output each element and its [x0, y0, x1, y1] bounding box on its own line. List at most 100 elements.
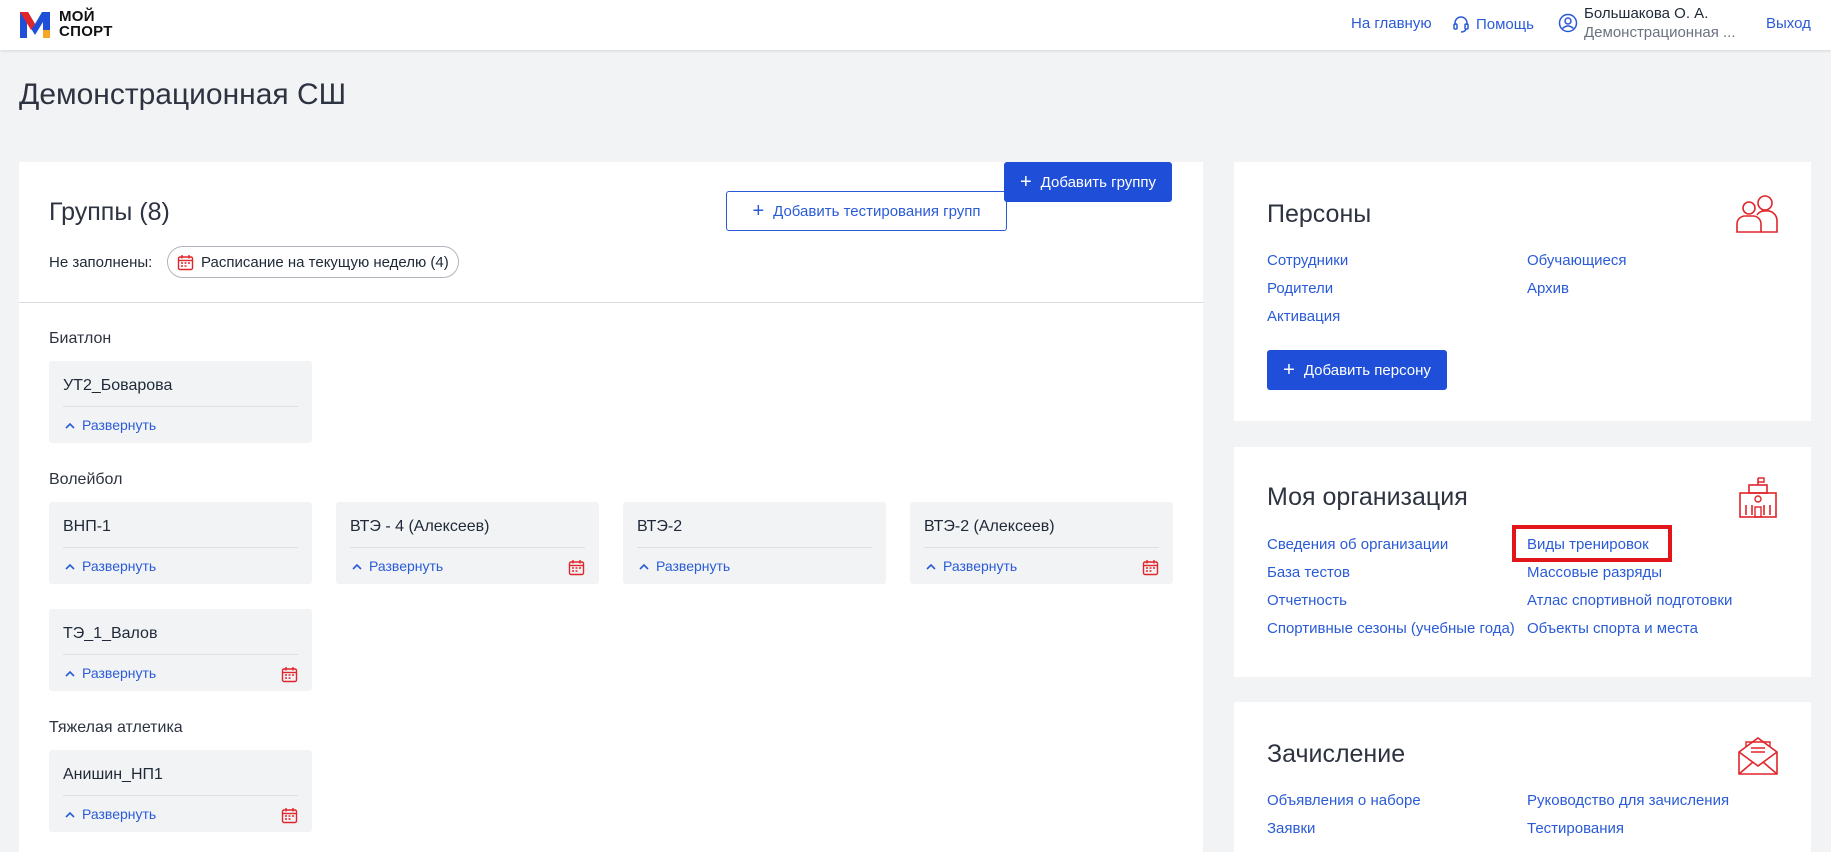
persons-link-archive[interactable]: Архив — [1527, 280, 1569, 297]
chevron-up-icon — [639, 563, 649, 570]
chevron-up-icon — [65, 811, 75, 818]
calendar-icon[interactable] — [568, 559, 585, 576]
envelope-icon — [1738, 737, 1778, 775]
expand-label: Развернуть — [656, 558, 731, 574]
unfilled-schedule-chip[interactable]: Расписание на текущую неделю (4) — [167, 246, 459, 278]
group-card[interactable]: УТ2_Боварова Развернуть — [49, 361, 312, 443]
user-circle-icon — [1558, 13, 1578, 33]
expand-link[interactable]: Развернуть — [352, 558, 443, 574]
calendar-icon[interactable] — [281, 807, 298, 824]
sport-label-volleyball: Волейбол — [49, 471, 123, 488]
divider — [63, 406, 298, 407]
expand-link[interactable]: Развернуть — [639, 558, 730, 574]
calendar-icon[interactable] — [281, 666, 298, 683]
org-link-mass-ranks[interactable]: Массовые разряды — [1527, 564, 1662, 581]
chevron-up-icon — [352, 563, 362, 570]
persons-link-activation[interactable]: Активация — [1267, 308, 1340, 325]
expand-label: Развернуть — [943, 558, 1018, 574]
group-name: Анишин_НП1 — [63, 766, 163, 783]
enrollment-card: Зачисление Объявления о наборе Руководст… — [1234, 702, 1811, 852]
org-link-sport-objects[interactable]: Объекты спорта и места — [1527, 620, 1698, 637]
chevron-up-icon — [926, 563, 936, 570]
enroll-link-announcements[interactable]: Объявления о наборе — [1267, 792, 1421, 809]
group-name: ВТЭ-2 — [637, 518, 683, 535]
add-group-testing-label: Добавить тестирования групп — [773, 202, 981, 220]
group-card[interactable]: ТЭ_1_Валов Развернуть — [49, 609, 312, 691]
add-person-label: Добавить персону — [1303, 361, 1431, 379]
highlight-box — [1512, 525, 1672, 562]
headset-icon — [1453, 16, 1469, 33]
add-group-button[interactable]: + Добавить группу — [1004, 162, 1172, 202]
enroll-link-guide[interactable]: Руководство для зачисления — [1527, 792, 1729, 809]
plus-icon: + — [1283, 359, 1295, 381]
calendar-icon — [177, 254, 194, 270]
org-link-atlas[interactable]: Атлас спортивной подготовки — [1527, 592, 1732, 609]
group-card[interactable]: Анишин_НП1 Развернуть — [49, 750, 312, 832]
persons-title: Персоны — [1267, 200, 1372, 228]
org-link-reports[interactable]: Отчетность — [1267, 592, 1347, 609]
divider — [350, 547, 585, 548]
enroll-link-applications[interactable]: Заявки — [1267, 820, 1315, 837]
group-card[interactable]: ВНП-1 Развернуть — [49, 502, 312, 584]
user-name: Большакова О. А. — [1584, 5, 1709, 22]
logo[interactable]: МОЙ СПОРТ — [18, 8, 113, 40]
logout-link[interactable]: Выход — [1766, 15, 1811, 32]
unfilled-chip-label: Расписание на текущую неделю (4) — [201, 253, 449, 271]
expand-label: Развернуть — [369, 558, 444, 574]
help-link[interactable]: Помощь — [1452, 15, 1534, 33]
calendar-icon[interactable] — [1142, 559, 1159, 576]
logo-text: МОЙ СПОРТ — [59, 9, 113, 39]
sport-label-weightlifting: Тяжелая атлетика — [49, 719, 183, 736]
persons-link-employees[interactable]: Сотрудники — [1267, 252, 1348, 269]
add-person-button[interactable]: + Добавить персону — [1267, 350, 1447, 390]
group-card[interactable]: ВТЭ - 4 (Алексеев) Развернуть — [336, 502, 599, 584]
expand-link[interactable]: Развернуть — [65, 417, 156, 433]
org-link-details[interactable]: Сведения об организации — [1267, 536, 1448, 553]
groups-card: Группы (8) + Добавить тестирования групп… — [19, 162, 1203, 852]
user-menu[interactable]: Большакова О. А. Демонстрационная ... — [1558, 5, 1736, 43]
plus-icon: + — [752, 200, 765, 222]
expand-label: Развернуть — [82, 665, 157, 681]
expand-link[interactable]: Развернуть — [65, 558, 156, 574]
org-link-test-base[interactable]: База тестов — [1267, 564, 1350, 581]
group-card[interactable]: ВТЭ-2 Развернуть — [623, 502, 886, 584]
group-name: ВНП-1 — [63, 518, 111, 535]
groups-title: Группы (8) — [49, 198, 170, 226]
organization-title: Моя организация — [1267, 483, 1468, 511]
persons-link-students[interactable]: Обучающиеся — [1527, 252, 1627, 269]
add-group-testing-button[interactable]: + Добавить тестирования групп — [726, 191, 1007, 231]
chevron-up-icon — [65, 670, 75, 677]
expand-label: Развернуть — [82, 806, 157, 822]
chevron-up-icon — [65, 422, 75, 429]
persons-link-parents[interactable]: Родители — [1267, 280, 1333, 297]
home-link-label: На главную — [1351, 15, 1432, 32]
divider — [19, 302, 1203, 303]
persons-icon — [1736, 195, 1778, 233]
sport-label-biathlon: Биатлон — [49, 330, 112, 347]
expand-link[interactable]: Развернуть — [65, 665, 156, 681]
expand-link[interactable]: Развернуть — [65, 806, 156, 822]
divider — [63, 795, 298, 796]
divider — [63, 654, 298, 655]
expand-label: Развернуть — [82, 558, 157, 574]
divider — [63, 547, 298, 548]
home-link[interactable]: На главную — [1351, 15, 1432, 32]
plus-icon: + — [1019, 171, 1032, 193]
group-name: УТ2_Боварова — [63, 377, 173, 394]
page-title: Демонстрационная СШ — [19, 78, 347, 111]
org-link-seasons[interactable]: Спортивные сезоны (учебные года) — [1267, 620, 1515, 637]
help-link-label: Помощь — [1476, 15, 1534, 33]
group-card[interactable]: ВТЭ-2 (Алексеев) Развернуть — [910, 502, 1173, 584]
building-icon — [1739, 477, 1777, 518]
expand-link[interactable]: Развернуть — [926, 558, 1017, 574]
enrollment-title: Зачисление — [1267, 740, 1406, 768]
enroll-link-testing[interactable]: Тестирования — [1527, 820, 1624, 837]
logo-text-line2: СПОРТ — [59, 23, 113, 40]
organization-card: Моя организация Сведения об организации … — [1234, 447, 1811, 677]
expand-label: Развернуть — [82, 417, 157, 433]
logo-text-line1: МОЙ — [59, 8, 95, 25]
group-name: ТЭ_1_Валов — [63, 625, 158, 642]
group-name: ВТЭ-2 (Алексеев) — [924, 518, 1055, 535]
chevron-up-icon — [65, 563, 75, 570]
group-name: ВТЭ - 4 (Алексеев) — [350, 518, 490, 535]
